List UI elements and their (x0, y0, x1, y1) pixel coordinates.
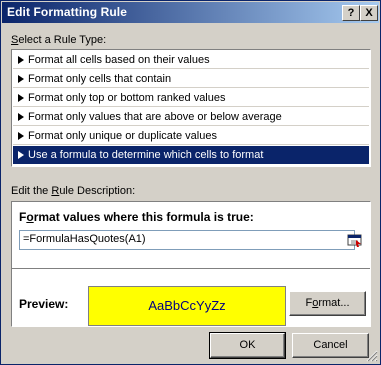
cancel-button[interactable]: Cancel (292, 333, 369, 358)
divider (13, 106, 369, 107)
arrow-right-icon (18, 132, 24, 140)
close-button[interactable]: X (360, 5, 378, 21)
rule-type-item[interactable]: Format only cells that contain (13, 70, 369, 88)
arrow-right-icon (18, 94, 24, 102)
rule-description-panel: Format values where this formula is true… (11, 201, 371, 327)
help-icon: ? (347, 7, 355, 19)
dialog-title: Edit Formatting Rule (7, 5, 127, 19)
divider (13, 87, 369, 88)
format-button[interactable]: Format... (289, 291, 366, 316)
arrow-right-icon (18, 113, 24, 121)
arrow-right-icon (18, 151, 24, 159)
rule-type-item[interactable]: Format only values that are above or bel… (13, 108, 369, 126)
arrow-right-icon (18, 56, 24, 64)
rule-type-item-selected[interactable]: Use a formula to determine which cells t… (13, 146, 369, 164)
formula-value: =FormulaHasQuotes(A1) (23, 233, 146, 245)
divider (13, 68, 369, 69)
collapse-dialog-icon[interactable] (346, 232, 364, 248)
ok-button[interactable]: OK (209, 332, 286, 359)
formula-input[interactable]: =FormulaHasQuotes(A1) (19, 230, 355, 250)
divider (12, 268, 370, 269)
help-button[interactable]: ? (342, 5, 360, 21)
rule-type-label: Select a Rule Type: (11, 34, 107, 46)
edit-formatting-rule-dialog: Edit Formatting Rule ? X Select a Rule T… (0, 0, 381, 365)
rule-type-item[interactable]: Format all cells based on their values (13, 51, 369, 69)
divider (13, 125, 369, 126)
rule-description-label: Edit the Rule Description: (11, 185, 136, 197)
title-bar[interactable]: Edit Formatting Rule ? X (2, 2, 379, 23)
preview-label: Preview: (19, 297, 69, 311)
format-preview: AaBbCcYyZz (88, 286, 286, 326)
rule-type-item[interactable]: Format only unique or duplicate values (13, 127, 369, 145)
resize-grip-icon[interactable] (366, 350, 378, 362)
preview-sample-text: AaBbCcYyZz (148, 298, 226, 313)
rule-type-item[interactable]: Format only top or bottom ranked values (13, 89, 369, 107)
divider (13, 144, 369, 145)
arrow-right-icon (18, 75, 24, 83)
formula-label: Format values where this formula is true… (19, 210, 254, 224)
close-icon: X (365, 7, 373, 19)
rule-type-list[interactable]: Format all cells based on their values F… (11, 49, 371, 167)
